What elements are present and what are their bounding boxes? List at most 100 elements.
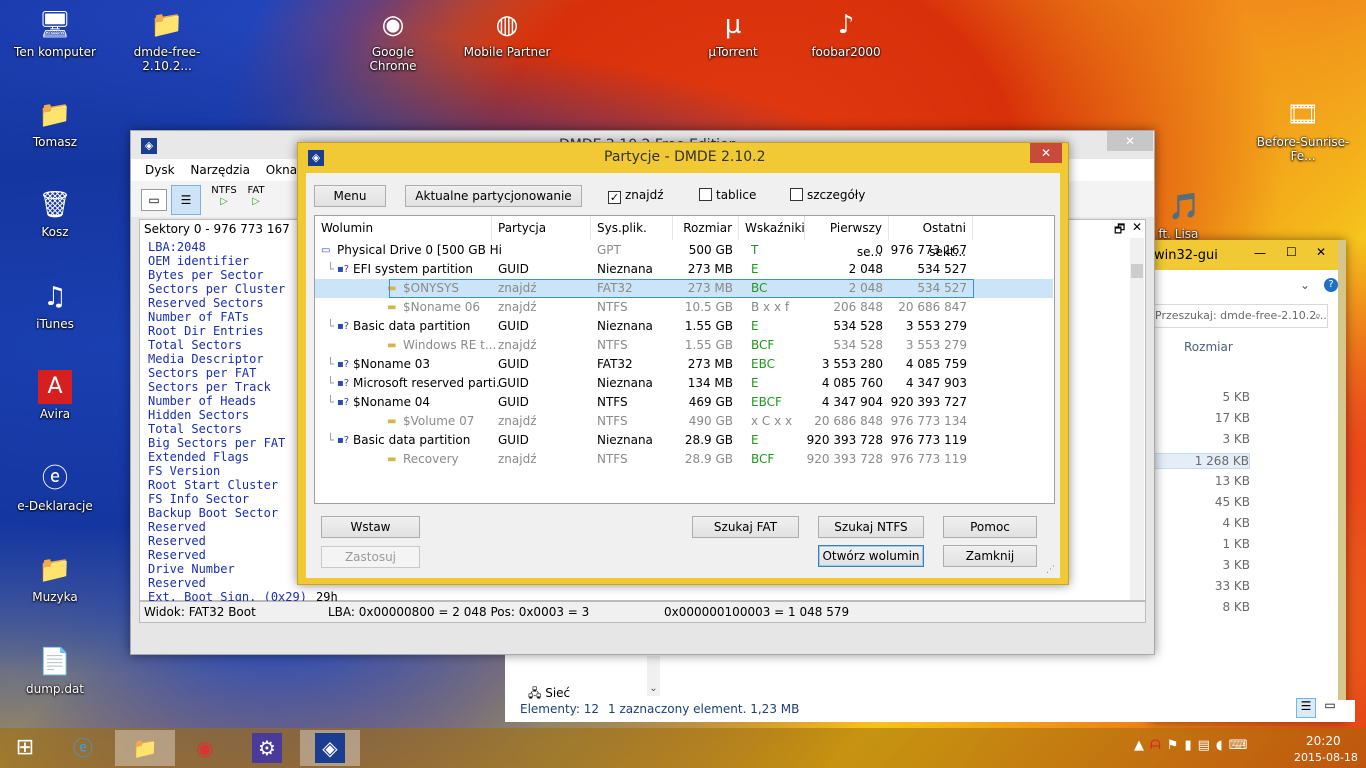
search-input[interactable]: Przeszukaj: dmde-free-2.10.2... ⌕ bbox=[1152, 304, 1328, 328]
apply-button[interactable]: Zastosuj bbox=[321, 546, 420, 568]
partition-row[interactable]: ▬ $ONYSYS znajdź FAT32 273 MB BC 2 048 534 527 bbox=[315, 279, 1053, 298]
list-view-button[interactable]: ☰ bbox=[171, 185, 201, 215]
search-ntfs-button[interactable]: Szukaj NTFS bbox=[818, 516, 924, 538]
file-size-cell[interactable]: 3 KB bbox=[1152, 558, 1250, 572]
partition-row[interactable]: ▬ $Volume 07 znajdź NTFS 490 GB x C x x 20 686… bbox=[315, 412, 1053, 431]
current-partitioning-button[interactable]: Aktualne partycjonowanie bbox=[405, 185, 582, 207]
checkbox-szczegoly[interactable]: szczegóły bbox=[790, 188, 865, 202]
menu-okna[interactable]: Okna bbox=[266, 163, 297, 177]
partition-row[interactable]: ▬ Recovery znajdź NTFS 28.9 GB BCF 920 393 728… bbox=[315, 450, 1053, 469]
checkbox-box[interactable] bbox=[699, 188, 712, 201]
desktop-icon-edeklaracje[interactable]: ⓔ e-Deklaracje bbox=[10, 462, 100, 513]
desktop-icon-muzyka[interactable]: 📁 Muzyka bbox=[10, 553, 100, 604]
checkbox-znajdz[interactable]: ✓ znajdź bbox=[608, 188, 664, 204]
maximize-button[interactable]: ☐ bbox=[1286, 245, 1297, 259]
menu-narzedzia[interactable]: Narzędzia bbox=[190, 163, 250, 177]
partition-row[interactable]: └ ▪? Basic data partition GUID Nieznana 1.55 … bbox=[315, 317, 1053, 336]
flag-icon[interactable]: ⚑ bbox=[1167, 738, 1185, 753]
battery-icon[interactable]: ▮ bbox=[1184, 738, 1197, 753]
desktop-icon-avira[interactable]: A Avira bbox=[10, 370, 100, 421]
clock-date[interactable]: 2015-08-18 bbox=[1294, 751, 1358, 764]
file-size-cell[interactable]: 4 KB bbox=[1152, 516, 1250, 530]
desktop-icon-chrome[interactable]: ◉ Google Chrome bbox=[348, 8, 438, 73]
size-column-header[interactable]: Rozmiar bbox=[1184, 340, 1233, 354]
desktop-icon-foobar[interactable]: ♪ foobar2000 bbox=[801, 8, 891, 59]
checkbox-tablice[interactable]: tablice bbox=[699, 188, 756, 202]
resize-grip-icon[interactable]: ⋰ bbox=[1046, 565, 1055, 575]
col-header-last-sector[interactable]: Ostatni sekt... bbox=[889, 216, 973, 259]
help-icon[interactable]: ? bbox=[1324, 278, 1338, 292]
file-size-cell[interactable]: 5 KB bbox=[1152, 390, 1250, 404]
tiles-view-button[interactable]: ▭ bbox=[1320, 698, 1340, 718]
avira-tray-icon[interactable]: ᗩ bbox=[1150, 738, 1167, 753]
col-header-fs[interactable]: Sys.plik. bbox=[591, 216, 673, 240]
network-icon[interactable]: ▤ bbox=[1198, 738, 1216, 753]
nav-scrollbar[interactable]: ⌄ bbox=[647, 656, 660, 696]
col-header-size[interactable]: Rozmiar bbox=[673, 216, 739, 240]
partition-row[interactable]: └ ▪? Microsoft reserved parti... GUID Niezna… bbox=[315, 374, 1053, 393]
col-header-first-sector[interactable]: Pierwszy se... bbox=[805, 216, 889, 259]
help-button[interactable]: Pomoc bbox=[943, 516, 1037, 538]
volume-icon[interactable]: ◖ bbox=[1216, 738, 1229, 753]
ntfs-button[interactable]: NTFS ▷ bbox=[209, 185, 239, 207]
close-dialog-button[interactable]: Zamknij bbox=[943, 545, 1037, 567]
desktop-icon-itunes[interactable]: ♫ iTunes bbox=[10, 280, 100, 331]
desktop-icon-dmde-folder[interactable]: 📁 dmde-free-2.10.2... bbox=[122, 8, 212, 73]
minimize-button[interactable]: — bbox=[1254, 246, 1266, 260]
taskbar-chrome[interactable]: ◉ bbox=[178, 730, 232, 766]
fat-button[interactable]: FAT ▷ bbox=[241, 185, 271, 207]
clock-time[interactable]: 20:20 bbox=[1306, 734, 1341, 748]
partition-icon: ▪? bbox=[337, 378, 350, 389]
taskbar-explorer[interactable]: 📁 bbox=[115, 730, 175, 766]
dialog-close-button[interactable]: ✕ bbox=[1030, 143, 1062, 163]
scrollbar-vertical[interactable] bbox=[1130, 238, 1144, 600]
show-hidden-icon[interactable]: ▲ bbox=[1134, 738, 1150, 753]
checkbox-box[interactable]: ✓ bbox=[608, 191, 621, 204]
partition-row[interactable]: └ ▪? $Noname 03 GUID FAT32 273 MB EBC 3 553 280… bbox=[315, 355, 1053, 374]
close-button[interactable]: ✕ bbox=[1316, 245, 1326, 259]
file-size-cell[interactable]: 1 268 KB bbox=[1152, 453, 1250, 469]
file-size-cell[interactable]: 33 KB bbox=[1152, 579, 1250, 593]
partition-row[interactable]: └ ▪? $Noname 04 GUID NTFS 469 GB EBCF 4 347 904… bbox=[315, 393, 1053, 412]
desktop-icon-tomasz[interactable]: 📁 Tomasz bbox=[10, 98, 100, 149]
partition-row[interactable]: ▭ Physical Drive 0 [500 GB Hi... GPT 500 GB… bbox=[315, 241, 1053, 260]
col-header-flags[interactable]: Wskaźniki bbox=[739, 216, 805, 240]
partition-row[interactable]: └ ▪? Basic data partition GUID Nieznana 28.9 … bbox=[315, 431, 1053, 450]
desktop-icon-dump[interactable]: 📄 dump.dat bbox=[10, 645, 100, 696]
file-size-cell[interactable]: 8 KB bbox=[1152, 600, 1250, 614]
panel-close-icon[interactable]: ✕ bbox=[1132, 220, 1142, 234]
taskbar-dmde[interactable]: ◈ bbox=[300, 730, 360, 766]
file-size-cell[interactable]: 1 KB bbox=[1152, 537, 1250, 551]
disk-view-button[interactable]: ▭ bbox=[141, 189, 167, 211]
col-header-volume[interactable]: Wolumin bbox=[315, 216, 492, 240]
desktop-icon-computer[interactable]: 🖥 Ten komputer bbox=[10, 8, 100, 59]
open-volume-button[interactable]: Otwórz wolumin bbox=[818, 545, 924, 567]
menu-dysk[interactable]: Dysk bbox=[145, 163, 175, 177]
file-size-cell[interactable]: 45 KB bbox=[1152, 495, 1250, 509]
desktop-icon-utorrent[interactable]: µ µTorrent bbox=[688, 8, 778, 59]
taskbar-ie[interactable]: ⓔ bbox=[56, 730, 110, 766]
chevron-down-icon[interactable]: ⌄ bbox=[1300, 278, 1310, 292]
keyboard-icon[interactable]: ⌨ bbox=[1229, 738, 1254, 753]
partition-grid[interactable]: Wolumin Partycja Sys.plik. Rozmiar Wskaź… bbox=[314, 215, 1055, 504]
menu-button[interactable]: Menu bbox=[314, 185, 386, 207]
start-button[interactable]: ⊞ bbox=[0, 730, 50, 766]
partition-row[interactable]: ▬ $Noname 06 znajdź NTFS 10.5 GB B x x f 206 8… bbox=[315, 298, 1053, 317]
desktop-icon-video[interactable]: 🎞 Before-Sunrise-Fe... bbox=[1248, 98, 1358, 163]
file-size-cell[interactable]: 13 KB bbox=[1152, 474, 1250, 488]
checkbox-box[interactable] bbox=[790, 188, 803, 201]
panel-restore-icon[interactable]: 🗗 bbox=[1114, 220, 1125, 241]
insert-button[interactable]: Wstaw bbox=[321, 516, 420, 538]
scroll-thumb[interactable] bbox=[1131, 264, 1143, 278]
partition-row[interactable]: └ ▪? EFI system partition GUID Nieznana 273 M… bbox=[315, 260, 1053, 279]
dmde-close-button[interactable]: ✕ bbox=[1107, 131, 1153, 151]
desktop-icon-recycle-bin[interactable]: 🗑 Kosz bbox=[10, 188, 100, 239]
search-fat-button[interactable]: Szukaj FAT bbox=[692, 516, 799, 538]
partition-row[interactable]: ▬ Windows RE t... znajdź NTFS 1.55 GB BCF 534 … bbox=[315, 336, 1053, 355]
details-view-button[interactable]: ☰ bbox=[1296, 698, 1316, 718]
file-size-cell[interactable]: 3 KB bbox=[1152, 432, 1250, 446]
col-header-partition[interactable]: Partycja bbox=[492, 216, 591, 240]
taskbar-settings[interactable]: ⚙ bbox=[240, 730, 294, 766]
desktop-icon-mobile-partner[interactable]: ◍ Mobile Partner bbox=[462, 8, 552, 59]
file-size-cell[interactable]: 17 KB bbox=[1152, 411, 1250, 425]
